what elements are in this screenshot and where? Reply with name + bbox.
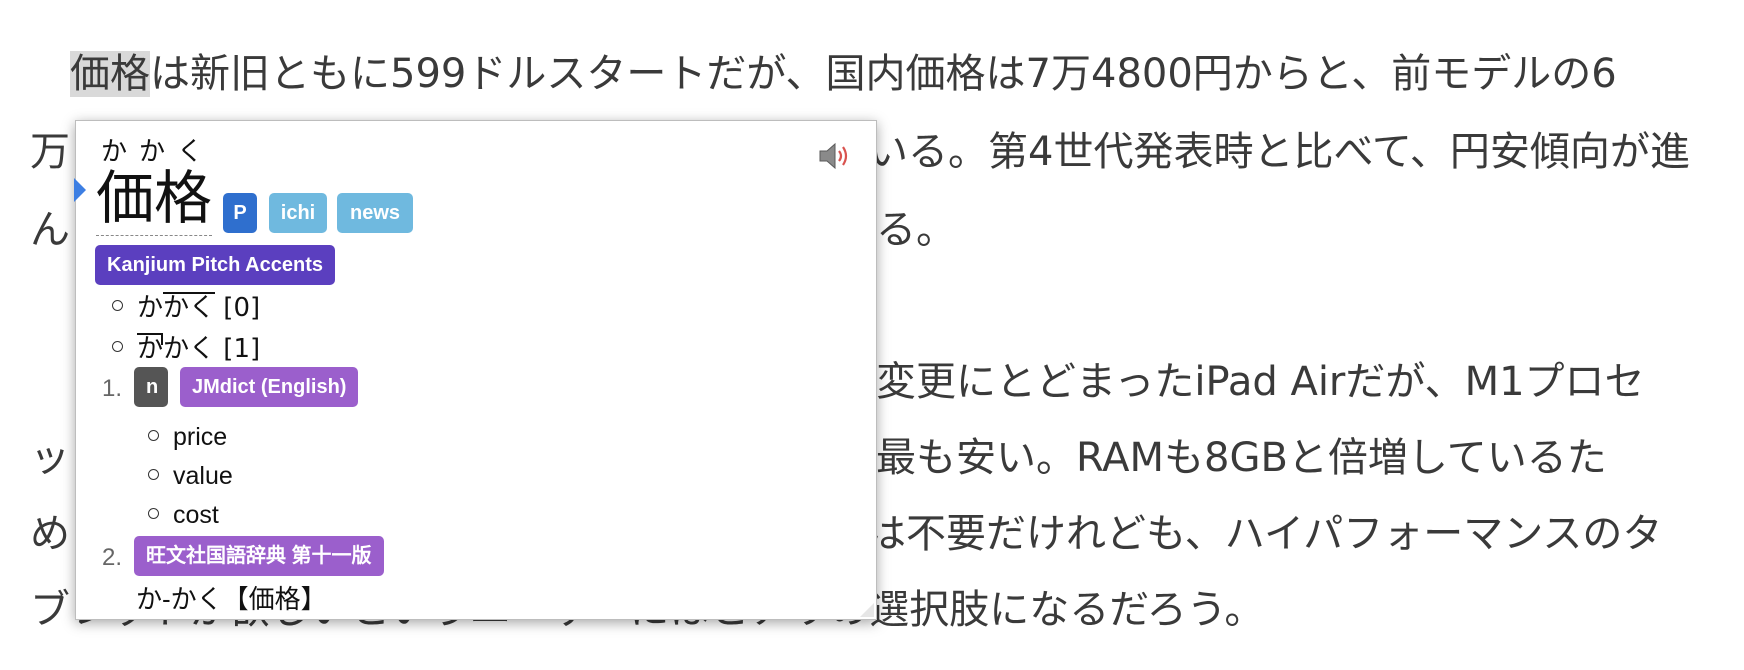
pitch-accent-section-label: Kanjium Pitch Accents [95, 245, 335, 285]
article-line-5-right: 最も安い。RAMも8GBと倍増しているた [876, 435, 1607, 481]
resize-grip-icon[interactable] [860, 603, 874, 617]
article-line-6-left: め [30, 511, 70, 557]
selected-word[interactable]: 価格 [70, 51, 150, 97]
pitch-accent-row: かかく [0] [112, 292, 260, 324]
article-line-6-right: は不要だけれども、ハイパフォーマンスのタ [866, 511, 1663, 557]
bullet-icon [112, 300, 123, 311]
pitch-accent-row: かかく [1] [112, 333, 260, 365]
bullet-icon [148, 468, 159, 480]
dictionary-entry: か-かく【価格】 [136, 584, 327, 614]
tag-priority: P [223, 193, 257, 233]
part-of-speech-tag: n [134, 367, 168, 407]
dictionary-label-obunsha: 旺文社国語辞典 第十一版 [134, 536, 384, 576]
tag-news: news [337, 193, 413, 233]
dictionary-label-jmdict: JMdict (English) [180, 367, 359, 407]
bullet-icon [148, 507, 159, 519]
article-line-1: 価格は新旧ともに599ドルスタートだが、国内価格は7万4800円からと、前モデル… [70, 51, 1617, 97]
article-line-3-right: る。 [876, 207, 956, 253]
bullet-icon [148, 429, 159, 441]
gloss-item: value [148, 461, 233, 491]
speaker-icon[interactable] [818, 141, 854, 171]
popup-pointer-icon [74, 178, 86, 202]
article-line-5-left: ッ [30, 435, 70, 481]
bullet-icon [112, 341, 123, 352]
article-line-2-right: いる。第4世代発表時と比べて、円安傾向が進 [868, 129, 1690, 175]
gloss-item: price [148, 422, 227, 452]
headword[interactable]: 価格 [96, 163, 213, 236]
article-line-3-left: ん [30, 207, 70, 253]
sense-number: 2. [102, 544, 123, 571]
sense-number: 1. [102, 375, 123, 402]
gloss-item: cost [148, 500, 219, 530]
article-line-2-left: 万 [30, 129, 70, 175]
article-line-4-right: 変更にとどまったiPad Airだが、M1プロセ [876, 359, 1645, 405]
dictionary-popup[interactable]: かかく 価格 P ichi news Kanjium Pitch Accents… [75, 120, 877, 620]
tag-ichi: ichi [269, 193, 327, 233]
